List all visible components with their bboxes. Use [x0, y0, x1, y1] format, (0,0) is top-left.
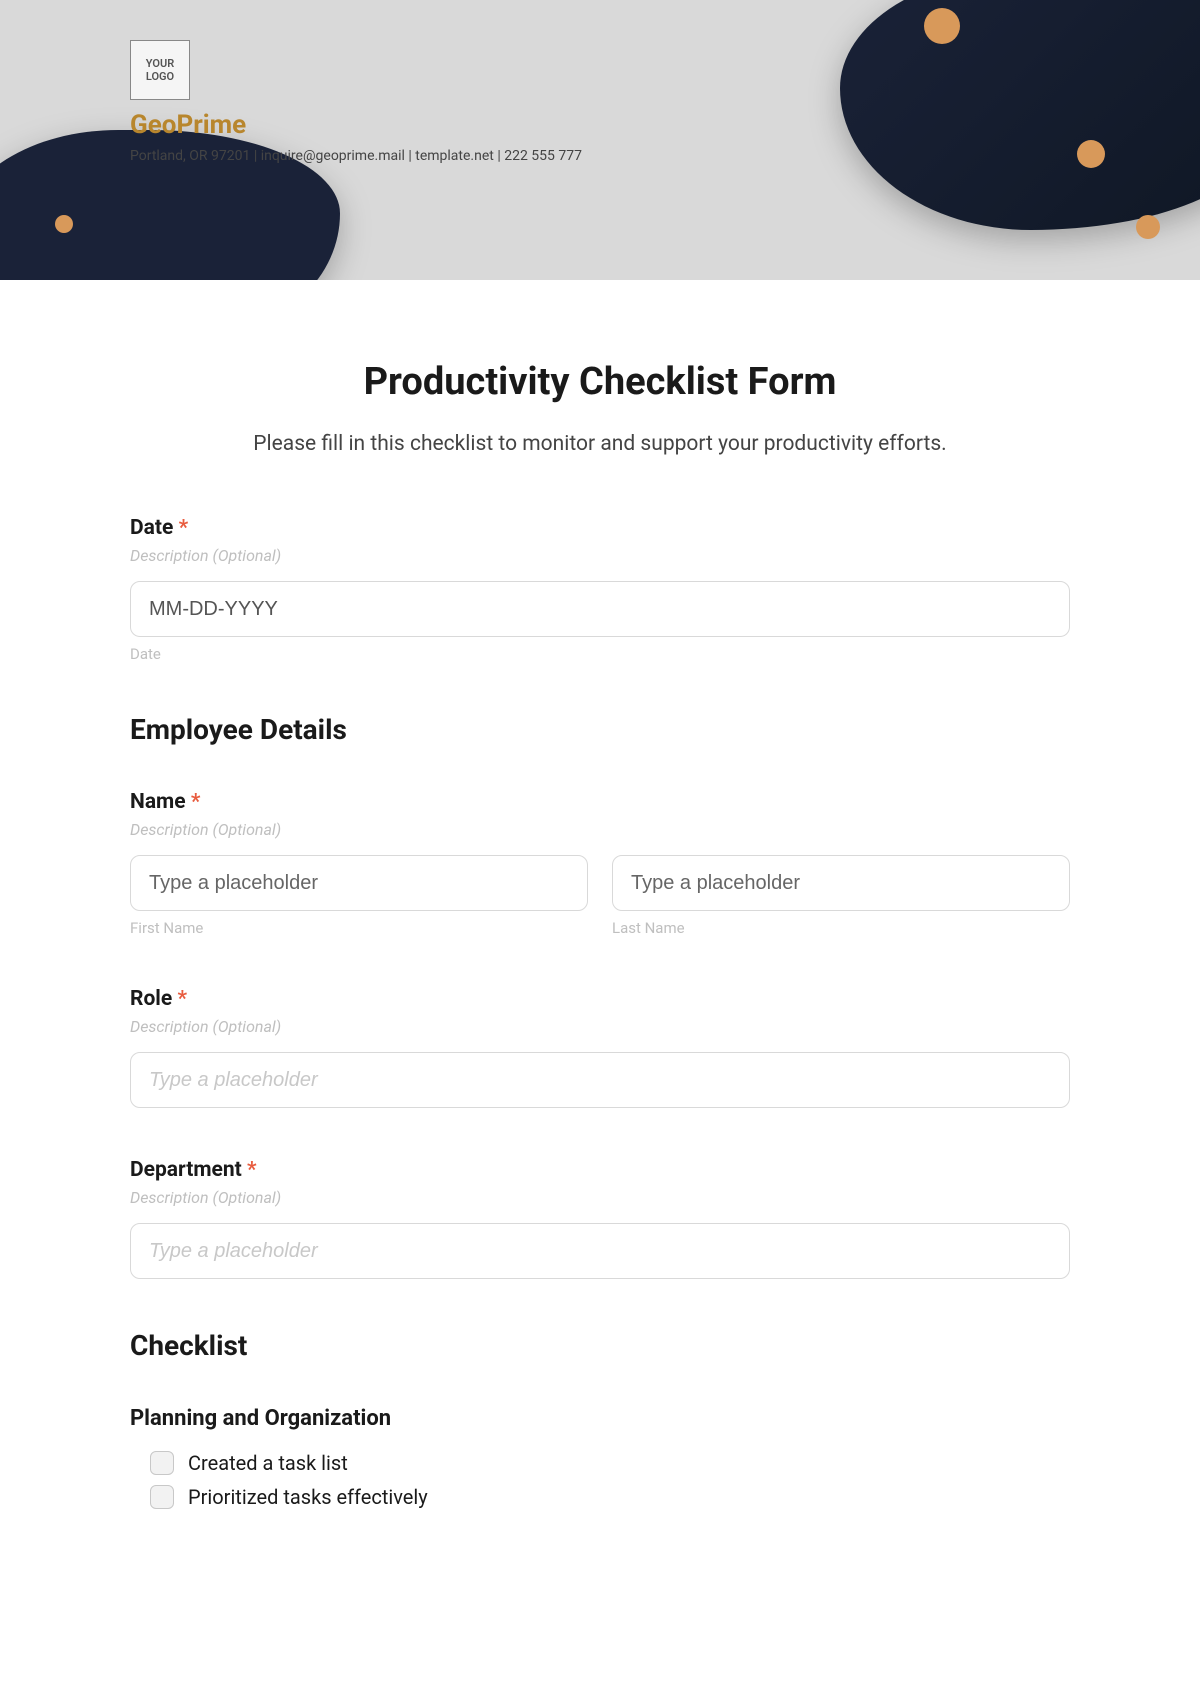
required-indicator: *	[179, 516, 189, 540]
checkbox[interactable]	[150, 1485, 174, 1509]
header-banner: YOUR LOGO GeoPrime Portland, OR 97201 | …	[0, 0, 1200, 280]
decorative-blob	[840, 0, 1200, 230]
department-input[interactable]	[130, 1223, 1070, 1279]
field-description: Description (Optional)	[130, 546, 1070, 565]
field-description: Description (Optional)	[130, 1017, 1070, 1036]
field-role: Role * Description (Optional)	[130, 987, 1070, 1108]
decorative-circle	[55, 215, 73, 233]
checklist-subsection-planning: Planning and Organization	[130, 1406, 1070, 1431]
field-label: Name *	[130, 790, 1070, 814]
checkbox-label: Prioritized tasks effectively	[188, 1485, 428, 1509]
field-name: Name * Description (Optional) First Name…	[130, 790, 1070, 937]
section-checklist: Checklist	[130, 1329, 1070, 1362]
form-subtitle: Please fill in this checklist to monitor…	[130, 432, 1070, 456]
field-sublabel: First Name	[130, 919, 588, 937]
checkbox-label: Created a task list	[188, 1451, 348, 1475]
field-sublabel: Last Name	[612, 919, 1070, 937]
first-name-input[interactable]	[130, 855, 588, 911]
field-label: Date *	[130, 516, 1070, 540]
required-indicator: *	[191, 790, 201, 814]
checklist-item: Prioritized tasks effectively	[130, 1485, 1070, 1509]
decorative-circle	[1136, 215, 1160, 239]
date-input[interactable]	[130, 581, 1070, 637]
checkbox[interactable]	[150, 1451, 174, 1475]
required-indicator: *	[177, 987, 187, 1011]
company-info: Portland, OR 97201 | inquire@geoprime.ma…	[130, 148, 582, 164]
field-description: Description (Optional)	[130, 1188, 1070, 1207]
decorative-circle	[1077, 140, 1105, 168]
decorative-circle	[924, 8, 960, 44]
label-text: Role	[130, 987, 172, 1011]
label-text: Department	[130, 1158, 242, 1182]
form-container: Productivity Checklist Form Please fill …	[0, 280, 1200, 1559]
required-indicator: *	[247, 1158, 257, 1182]
logo-placeholder: YOUR LOGO	[130, 40, 190, 100]
last-name-input[interactable]	[612, 855, 1070, 911]
field-description: Description (Optional)	[130, 820, 1070, 839]
field-date: Date * Description (Optional) Date	[130, 516, 1070, 663]
label-text: Name	[130, 790, 186, 814]
field-department: Department * Description (Optional)	[130, 1158, 1070, 1279]
checklist-item: Created a task list	[130, 1451, 1070, 1475]
field-label: Department *	[130, 1158, 1070, 1182]
company-name: GeoPrime	[130, 110, 246, 140]
role-input[interactable]	[130, 1052, 1070, 1108]
field-label: Role *	[130, 987, 1070, 1011]
section-employee-details: Employee Details	[130, 713, 1070, 746]
label-text: Date	[130, 516, 173, 540]
form-title: Productivity Checklist Form	[130, 360, 1070, 404]
field-sublabel: Date	[130, 645, 1070, 663]
